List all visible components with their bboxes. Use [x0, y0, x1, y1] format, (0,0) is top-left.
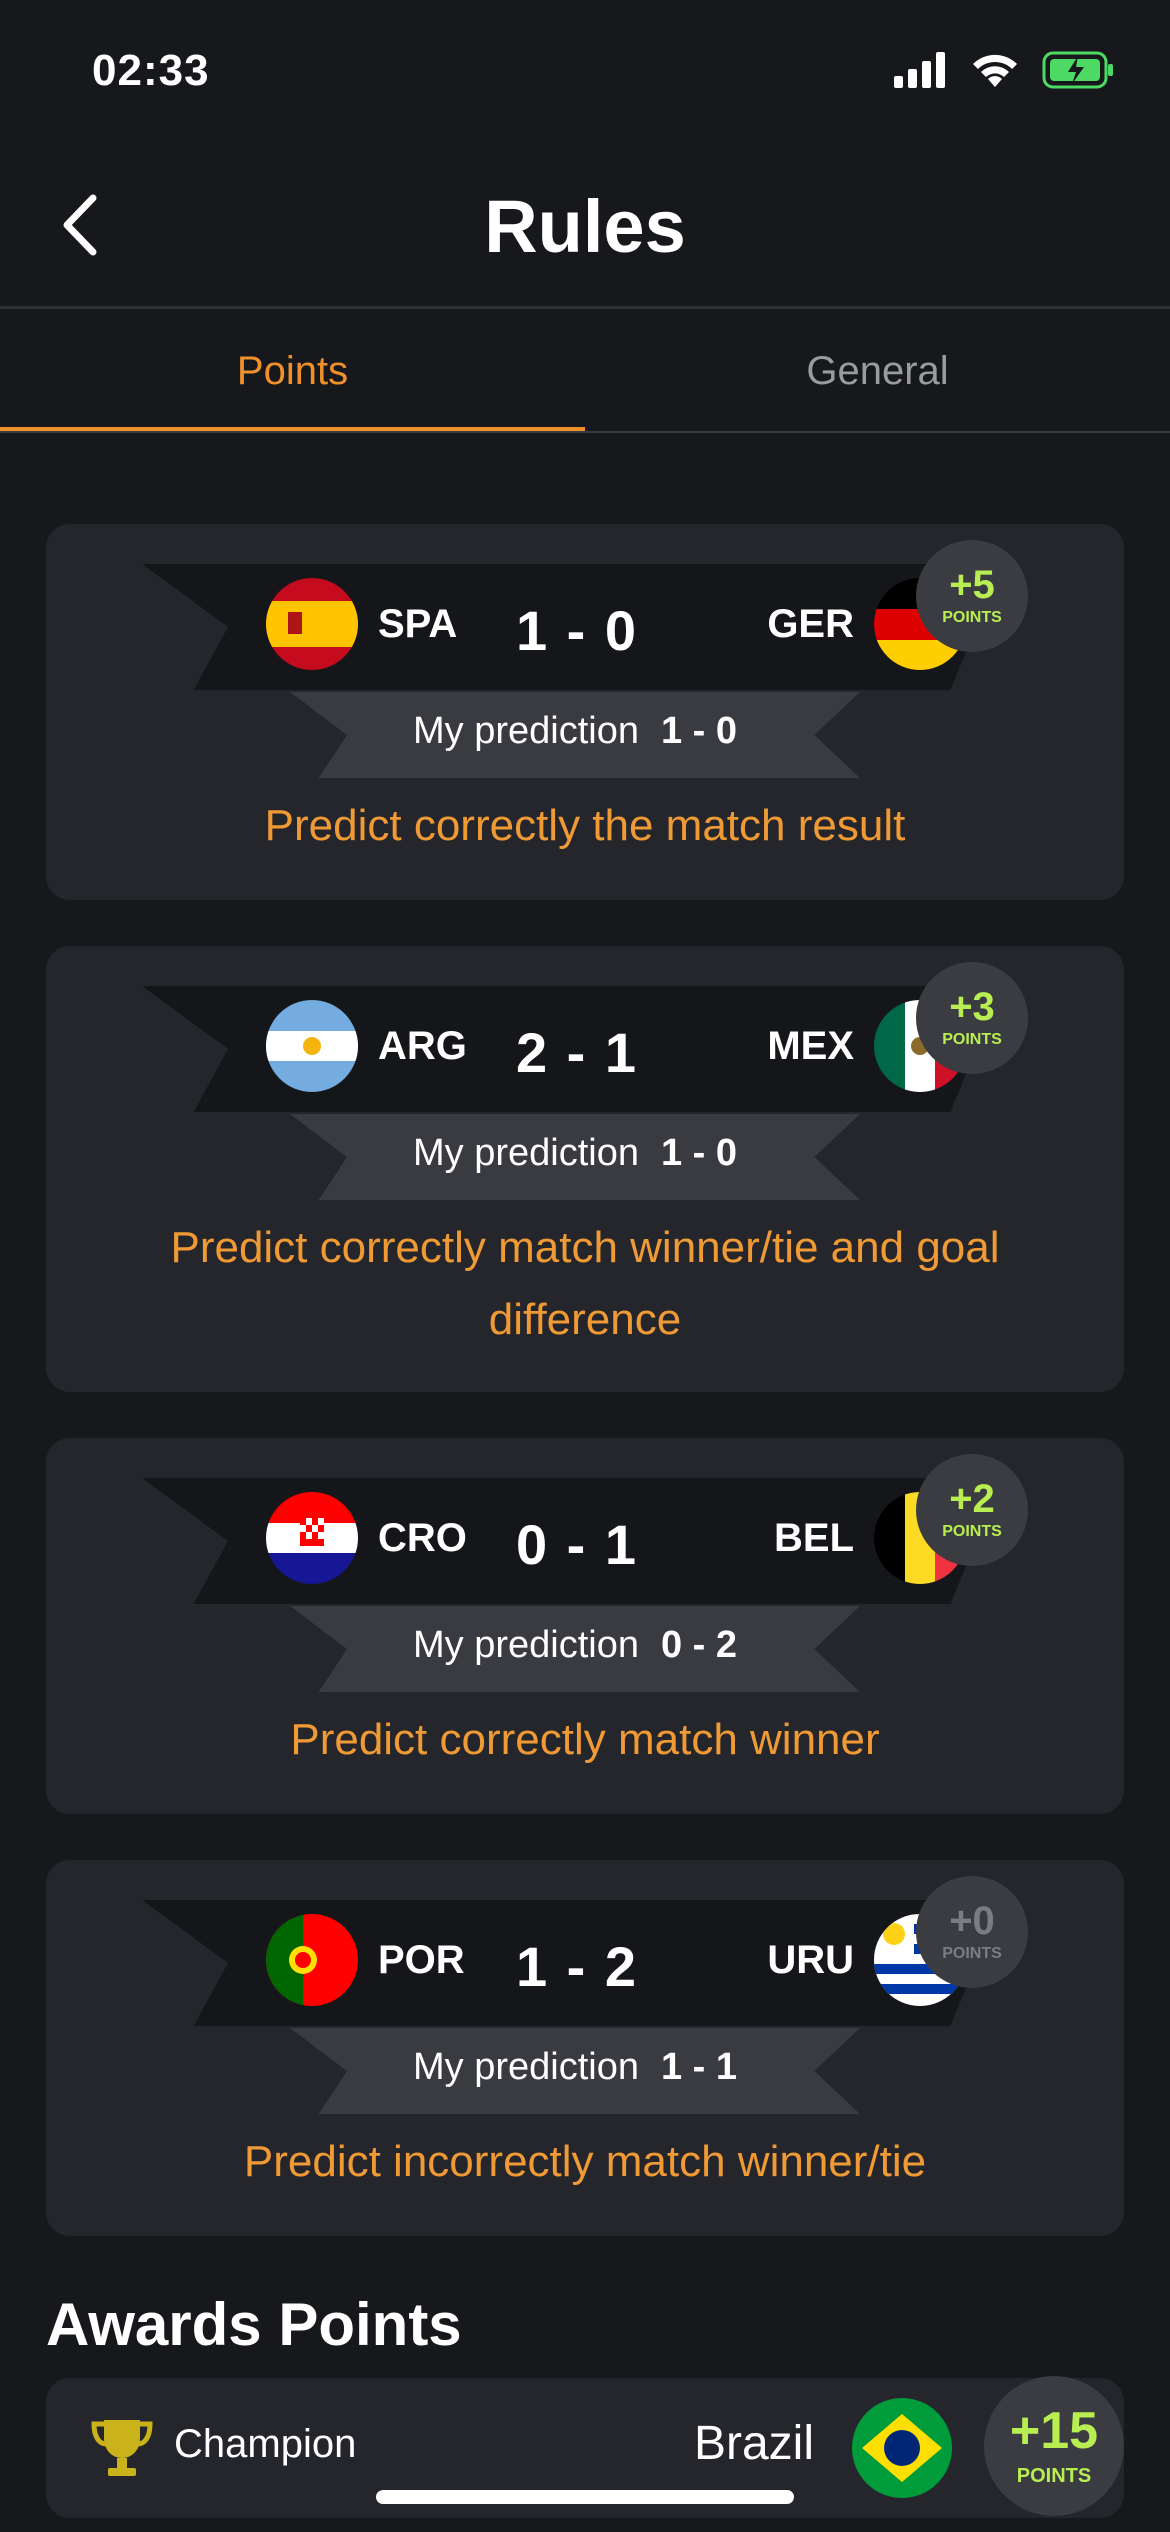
wifi-icon: [973, 54, 1017, 87]
rule-card-winner: CRO 0 - 1 BEL +2 POINTS My prediction 0 -…: [46, 1438, 1124, 1814]
award-points-label: POINTS: [1016, 2464, 1092, 2487]
cellular-signal-icon: [894, 52, 945, 88]
prediction-score: 1 - 0: [660, 1132, 738, 1174]
rule-description: Predict incorrectly match winner/tie: [243, 2137, 927, 2186]
match-banner: SPA 1 - 0 GER: [142, 564, 1002, 690]
prediction-label: My prediction: [412, 2046, 639, 2088]
tab-bar: Points General: [0, 310, 1170, 432]
awards-section-title: Awards Points: [46, 2291, 462, 2358]
points-label: POINTS: [942, 1945, 1002, 1962]
prediction-label: My prediction: [412, 1132, 639, 1174]
points-value: +0: [949, 1899, 995, 1943]
match-banner: CRO 0 - 1 BEL: [142, 1478, 1002, 1604]
prediction-score: 0 - 2: [660, 1624, 738, 1666]
page-title: Rules: [484, 185, 686, 268]
away-team-code: BEL: [774, 1515, 854, 1560]
status-icons: [894, 50, 1114, 90]
rule-description: Predict correctly the match result: [264, 801, 906, 850]
status-bar: 02:33: [0, 0, 1170, 140]
brazil-flag-icon: [852, 2398, 952, 2498]
points-label: POINTS: [942, 1031, 1002, 1048]
prediction-label: My prediction: [412, 710, 639, 752]
points-badge: +3 POINTS: [916, 962, 1028, 1074]
prediction-banner: My prediction 0 - 2: [290, 1606, 860, 1692]
rule-card-winner-goal-difference: ARG 2 - 1 MEX +3 POINTS My prediction 1 -…: [46, 946, 1124, 1392]
match-banner: POR 1 - 2 URU: [142, 1900, 1002, 2026]
points-value: +3: [949, 985, 995, 1029]
rule-card-incorrect: POR 1 - 2 URU +0 POINTS My prediction 1 -…: [46, 1860, 1124, 2236]
rule-card-exact-result: SPA 1 - 0 GER +5 POINTS My prediction 1 -…: [46, 524, 1124, 900]
prediction-score: 1 - 0: [660, 710, 738, 752]
prediction-score: 1 - 1: [660, 2046, 738, 2088]
status-time: 02:33: [92, 46, 210, 95]
prediction-banner: My prediction 1 - 1: [290, 2028, 860, 2114]
award-name: Champion: [174, 2422, 357, 2466]
points-badge: +2 POINTS: [916, 1454, 1028, 1566]
battery-charging-icon: [1042, 51, 1113, 89]
tab-points[interactable]: Points: [0, 310, 585, 432]
prediction-banner: My prediction 1 - 0: [290, 692, 860, 778]
away-team-code: GER: [767, 601, 854, 646]
away-team-code: MEX: [767, 1023, 854, 1068]
rule-description: Predict correctly match winner/tie and g…: [170, 1223, 1000, 1344]
away-team-code: URU: [767, 1937, 854, 1982]
prediction-banner: My prediction 1 - 0: [290, 1114, 860, 1200]
header: Rules: [0, 150, 1170, 300]
tabs-divider: [0, 431, 1170, 433]
tab-general[interactable]: General: [585, 310, 1170, 432]
prediction-label: My prediction: [412, 1624, 639, 1666]
rule-description: Predict correctly match winner: [290, 1715, 880, 1764]
home-indicator[interactable]: [376, 2490, 794, 2504]
trophy-icon: [91, 2420, 153, 2476]
points-badge: +5 POINTS: [916, 540, 1028, 652]
award-points-value: +15: [1009, 2401, 1099, 2460]
match-banner: ARG 2 - 1 MEX: [142, 986, 1002, 1112]
award-points-badge: +15 POINTS: [984, 2376, 1124, 2516]
points-value: +2: [949, 1477, 995, 1521]
points-value: +5: [949, 563, 995, 607]
header-divider: [0, 306, 1170, 309]
points-label: POINTS: [942, 1523, 1002, 1540]
award-country: Brazil: [693, 2417, 814, 2470]
points-label: POINTS: [942, 609, 1002, 626]
points-badge: +0 POINTS: [916, 1876, 1028, 1988]
